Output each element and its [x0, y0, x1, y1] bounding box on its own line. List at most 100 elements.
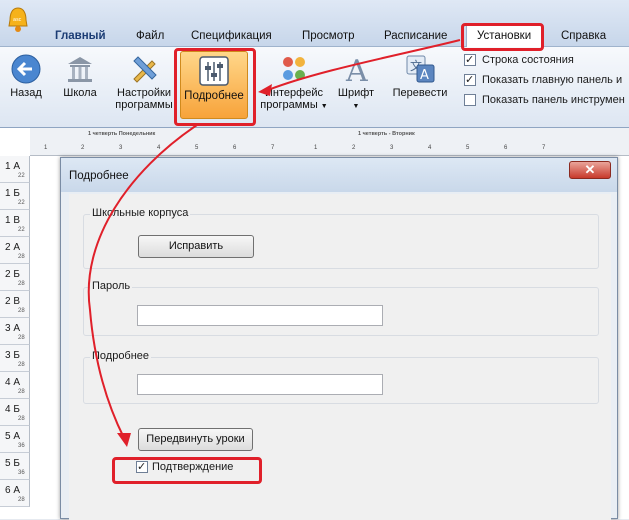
status-bar-checkbox[interactable]: [464, 53, 476, 67]
class-row[interactable]: 3 Б 28: [0, 345, 30, 372]
dialog-title: Подробнее: [69, 170, 129, 182]
class-row[interactable]: 2 А 28: [0, 237, 30, 264]
class-name: 5 А: [5, 431, 21, 442]
tab-specification[interactable]: Спецификация: [188, 28, 275, 44]
fix-button[interactable]: Исправить: [138, 235, 254, 258]
class-name: 1 В: [5, 215, 21, 226]
toolbar-option[interactable]: Показать панель инструмен: [464, 93, 629, 113]
status-bar-label: Строка состояния: [482, 54, 574, 66]
tab-view[interactable]: Просмотр: [299, 28, 358, 44]
day-header-tuesday: 1 четверть - Вторник: [358, 131, 415, 137]
move-lessons-button[interactable]: Передвинуть уроки: [138, 428, 253, 451]
chevron-down-icon: ▼: [320, 103, 328, 110]
highlight-settings-tab: [461, 23, 544, 51]
period-number: 4: [157, 145, 161, 151]
class-row[interactable]: 1 Б 22: [0, 183, 30, 210]
interface-label-line2: программы: [260, 99, 318, 111]
buildings-group-label: Школьные корпуса: [90, 207, 191, 219]
class-name: 5 Б: [5, 458, 20, 469]
class-student-count: 28: [18, 362, 25, 368]
toolbar-label: Показать панель инструмен: [482, 94, 625, 106]
period-number: 1: [314, 145, 318, 151]
school-building-icon: [68, 57, 92, 82]
period-number: 3: [390, 145, 394, 151]
font-label: Шрифт: [337, 87, 375, 99]
palette-icon: [283, 57, 305, 80]
class-student-count: 28: [18, 254, 25, 260]
class-row[interactable]: 1 В 22: [0, 210, 30, 237]
class-name: 2 В: [5, 296, 21, 307]
tab-file[interactable]: Файл: [133, 28, 167, 44]
font-icon: A: [345, 54, 368, 85]
close-button[interactable]: ✕: [569, 161, 611, 179]
class-student-count: 28: [18, 416, 25, 422]
class-student-count: 22: [18, 227, 25, 233]
class-row[interactable]: 4 А 28: [0, 372, 30, 399]
class-row[interactable]: 6 А 28: [0, 480, 30, 507]
class-row[interactable]: 2 Б 28: [0, 264, 30, 291]
class-name: 4 Б: [5, 404, 20, 415]
class-row[interactable]: 5 Б 36: [0, 453, 30, 480]
class-row[interactable]: 4 Б 28: [0, 399, 30, 426]
class-student-count: 28: [18, 281, 25, 287]
tab-main[interactable]: Главный: [52, 28, 109, 44]
period-number: 5: [466, 145, 470, 151]
class-name: 1 А: [5, 161, 21, 172]
tab-help[interactable]: Справка: [558, 28, 609, 44]
class-student-count: 22: [18, 200, 25, 206]
highlight-details-button: [174, 48, 256, 126]
class-name: 4 А: [5, 377, 21, 388]
class-row[interactable]: 3 А 28: [0, 318, 30, 345]
program-settings-label-line1: Настройки: [117, 87, 171, 99]
password-field[interactable]: [137, 305, 383, 326]
school-button[interactable]: Школа: [58, 51, 102, 119]
class-student-count: 28: [18, 308, 25, 314]
main-panel-option[interactable]: Показать главную панель и: [464, 73, 629, 93]
program-settings-button[interactable]: Настройки программы: [112, 51, 176, 119]
back-arrow-icon: [11, 54, 41, 84]
back-label: Назад: [10, 87, 42, 99]
interface-label-line1: Интерфейс: [265, 87, 323, 99]
svg-text:A: A: [345, 54, 368, 85]
program-settings-label-line2: программы: [115, 99, 173, 111]
svg-text:A: A: [420, 68, 429, 83]
pencil-ruler-icon: [133, 56, 157, 83]
password-group-label: Пароль: [90, 280, 133, 292]
class-name: 2 А: [5, 242, 21, 253]
interface-button[interactable]: Интерфейс программы ▼: [258, 51, 330, 119]
period-number: 7: [271, 145, 275, 151]
class-name: 1 Б: [5, 188, 20, 199]
period-number: 7: [542, 145, 546, 151]
class-name: 2 Б: [5, 269, 20, 280]
period-number: 2: [352, 145, 356, 151]
main-panel-checkbox[interactable]: [464, 73, 476, 87]
grid-header: 1 четверть Понедельник 1 четверть - Втор…: [30, 128, 629, 156]
period-number: 6: [233, 145, 237, 151]
class-student-count: 28: [18, 389, 25, 395]
translate-button[interactable]: 文 A Перевести: [388, 51, 452, 119]
school-label: Школа: [63, 87, 97, 99]
font-button[interactable]: A Шрифт ▼: [334, 51, 378, 119]
class-row[interactable]: 1 А 22: [0, 156, 30, 183]
class-name: 3 А: [5, 323, 21, 334]
period-number: 4: [428, 145, 432, 151]
back-button[interactable]: Назад: [6, 51, 46, 119]
dialog-titlebar: Подробнее ✕: [61, 158, 617, 192]
class-row[interactable]: 5 А 36: [0, 426, 30, 453]
class-name: 6 А: [5, 485, 21, 496]
app-bell-icon[interactable]: asc: [6, 6, 30, 36]
class-student-count: 36: [18, 470, 25, 476]
toolbar-checkbox[interactable]: [464, 94, 476, 106]
view-options: Строка состояния Показать главную панель…: [464, 53, 629, 113]
class-student-count: 36: [18, 443, 25, 449]
details-field[interactable]: [137, 374, 383, 395]
period-number: 1: [44, 145, 48, 151]
class-name: 3 Б: [5, 350, 20, 361]
period-number: 5: [195, 145, 199, 151]
tab-schedule[interactable]: Расписание: [381, 28, 450, 44]
class-student-count: 22: [18, 173, 25, 179]
class-row[interactable]: 2 В 28: [0, 291, 30, 318]
status-bar-option[interactable]: Строка состояния: [464, 53, 629, 73]
translate-icon: 文 A: [406, 55, 435, 83]
period-number: 2: [81, 145, 85, 151]
